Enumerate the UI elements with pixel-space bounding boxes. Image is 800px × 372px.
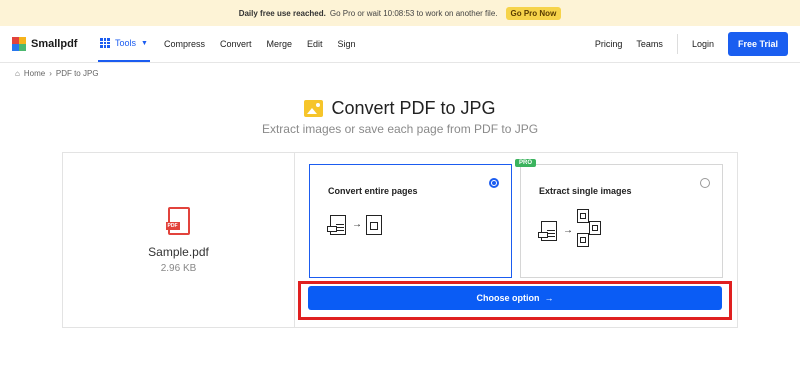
option-extract-single-images[interactable]: PRO Extract single images → — [515, 159, 723, 278]
image-icon — [577, 209, 589, 223]
file-name: Sample.pdf — [148, 244, 209, 259]
nav-link-merge[interactable]: Merge — [266, 39, 292, 49]
file-preview: PDF Sample.pdf 2.96 KB — [63, 153, 295, 327]
nav-link-edit[interactable]: Edit — [307, 39, 323, 49]
brand-logo[interactable]: Smallpdf — [12, 37, 98, 51]
grid-icon — [100, 38, 110, 48]
option-label: Convert entire pages — [328, 186, 418, 196]
breadcrumb: ⌂ Home › PDF to JPG — [15, 69, 99, 78]
choose-option-label: Choose option — [476, 293, 540, 303]
radio-selected[interactable] — [489, 178, 499, 188]
image-icon — [589, 221, 601, 235]
option-label: Extract single images — [539, 186, 632, 196]
banner-text: Go Pro or wait 10:08:53 to work on anoth… — [329, 8, 498, 18]
home-icon: ⌂ — [15, 69, 20, 78]
go-pro-button[interactable]: Go Pro Now — [505, 6, 562, 20]
top-nav: Smallpdf Tools ▼ Compress Convert Merge … — [0, 26, 800, 63]
nav-link-sign[interactable]: Sign — [338, 39, 356, 49]
pdf-document-icon — [327, 215, 346, 235]
jpg-page-icon — [366, 215, 382, 235]
nav-link-compress[interactable]: Compress — [164, 39, 205, 49]
brand-name: Smallpdf — [31, 38, 78, 50]
radio-unselected[interactable] — [700, 178, 710, 188]
tools-menu[interactable]: Tools ▼ — [98, 26, 150, 62]
nav-right: Pricing Teams Login Free Trial — [595, 32, 788, 56]
smallpdf-logo-icon — [12, 37, 26, 51]
arrow-right-icon: → — [544, 293, 554, 303]
page-title-text: Convert PDF to JPG — [331, 98, 496, 118]
image-icon — [577, 233, 589, 247]
file-size: 2.96 KB — [160, 262, 197, 274]
pdf-document-icon — [538, 221, 557, 241]
choose-option-button[interactable]: Choose option → — [308, 286, 722, 310]
arrow-right-icon: → — [563, 225, 573, 236]
nav-link-teams[interactable]: Teams — [636, 39, 663, 49]
breadcrumb-current: PDF to JPG — [55, 69, 99, 78]
nav-link-convert[interactable]: Convert — [220, 39, 252, 49]
page-subtitle: Extract images or save each page from PD… — [261, 122, 539, 136]
breadcrumb-home[interactable]: Home — [24, 69, 45, 78]
pro-badge: PRO — [515, 159, 537, 167]
breadcrumb-separator-icon: › — [49, 69, 52, 78]
login-link[interactable]: Login — [692, 39, 714, 49]
arrow-right-icon: → — [352, 219, 362, 230]
option-convert-entire-pages[interactable]: Convert entire pages → — [309, 164, 512, 278]
banner-bold-text: Daily free use reached. — [238, 8, 326, 18]
chevron-down-icon: ▼ — [141, 39, 148, 47]
page-title: Convert PDF to JPG — [0, 98, 800, 119]
pdf-badge: PDF — [165, 221, 180, 230]
free-trial-button[interactable]: Free Trial — [727, 32, 788, 56]
tools-label: Tools — [115, 38, 137, 48]
usage-banner: Daily free use reached. Go Pro or wait 1… — [0, 0, 800, 26]
pdf-file-icon: PDF — [165, 206, 190, 235]
nav-link-pricing[interactable]: Pricing — [595, 39, 623, 49]
image-icon — [304, 100, 324, 117]
nav-links: Compress Convert Merge Edit Sign — [164, 39, 356, 49]
nav-divider — [676, 34, 678, 54]
